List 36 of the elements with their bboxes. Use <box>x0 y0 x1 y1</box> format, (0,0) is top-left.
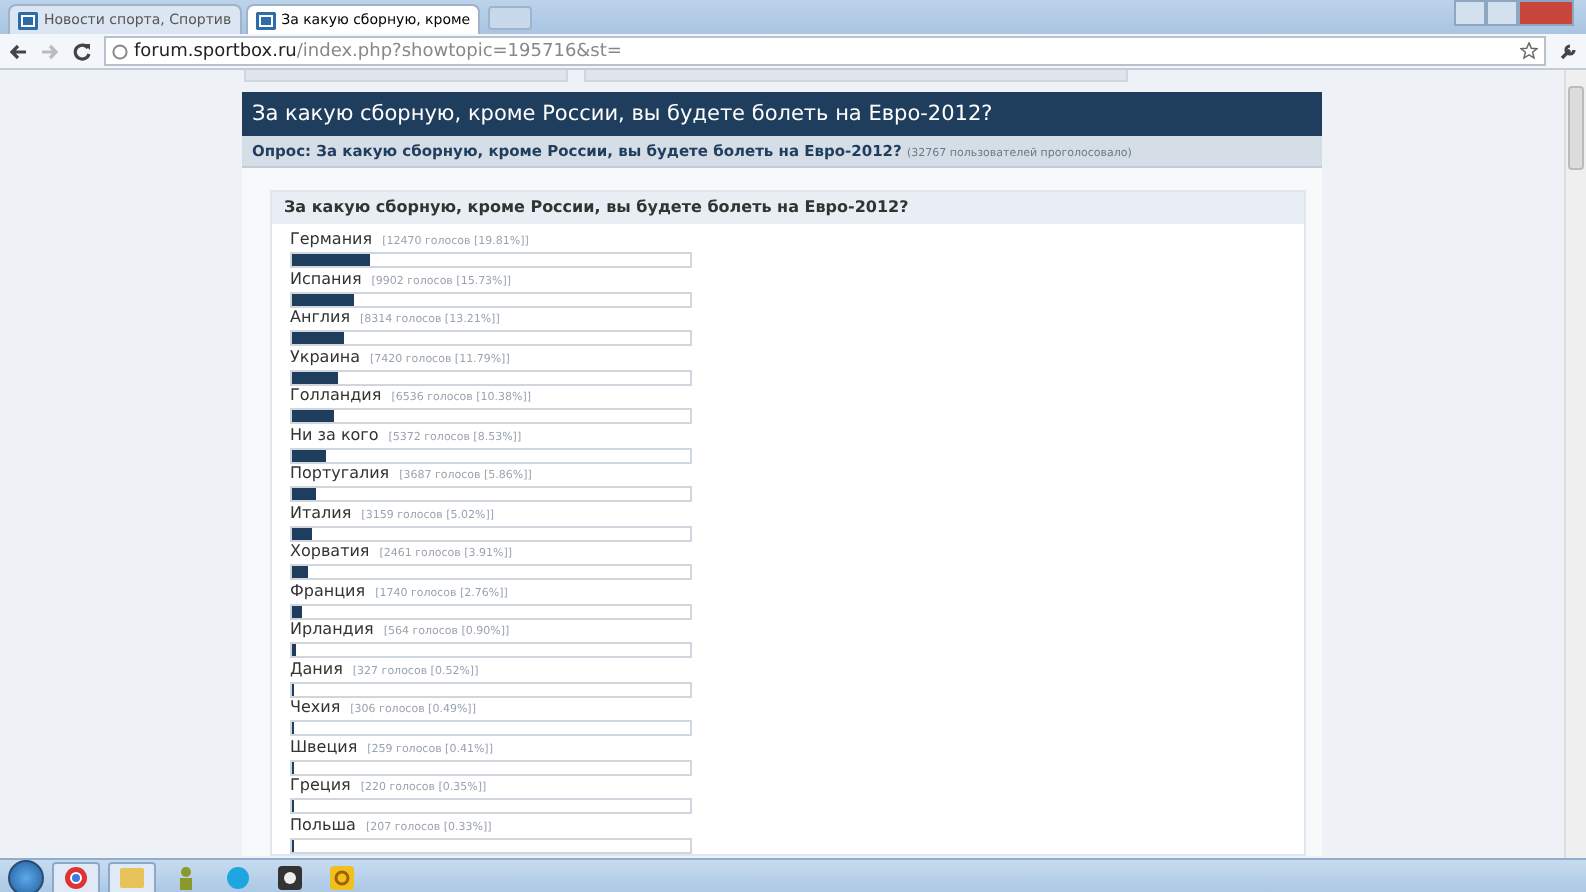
option-name: Хорватия <box>290 542 370 560</box>
back-icon[interactable] <box>8 41 28 61</box>
option-name: Греция <box>290 776 351 794</box>
poll-question: За какую сборную, кроме России, вы будете болеть на Евро-2012? <box>272 192 1304 224</box>
site-logo-icon <box>255 11 276 29</box>
restore-button[interactable] <box>1486 0 1518 26</box>
folder-icon <box>120 868 144 888</box>
option-name: Ирландия <box>290 620 374 638</box>
option-name: Португалия <box>290 464 390 482</box>
option-name: Швеция <box>290 737 358 755</box>
option-name: Дания <box>290 659 343 677</box>
option-name: Польша <box>290 815 356 833</box>
option-name: Украина <box>290 347 361 365</box>
close-button[interactable] <box>1518 0 1574 26</box>
option-name: Италия <box>290 503 352 521</box>
browser-icon <box>64 866 88 890</box>
address-bar[interactable]: forum.sportbox.ru/index.php?showtopic=195716&st= <box>104 36 1546 66</box>
option-name: Голландия <box>290 386 382 404</box>
chat-icon <box>226 866 250 890</box>
forward-icon[interactable] <box>40 41 60 61</box>
wrench-icon[interactable] <box>1558 41 1578 61</box>
option-name: Ни за кого <box>290 425 379 443</box>
option-name: Германия <box>290 230 373 248</box>
option-name: Чехия <box>290 698 341 716</box>
reload-icon[interactable] <box>72 41 92 61</box>
start-button[interactable] <box>8 860 44 892</box>
option-name: Испания <box>290 269 362 287</box>
site-logo-icon <box>18 11 38 29</box>
topic-title: За какую сборную, кроме России, вы будете болеть на Евро-2012? <box>242 92 1322 136</box>
minimize-button[interactable] <box>1454 0 1486 26</box>
option-name: Англия <box>290 308 351 326</box>
scrollbar-thumb[interactable] <box>1568 86 1584 170</box>
star-icon[interactable] <box>1520 42 1538 60</box>
option-name: Франция <box>290 581 366 599</box>
new-tab-button[interactable] <box>488 6 533 30</box>
globe-icon <box>112 43 128 59</box>
